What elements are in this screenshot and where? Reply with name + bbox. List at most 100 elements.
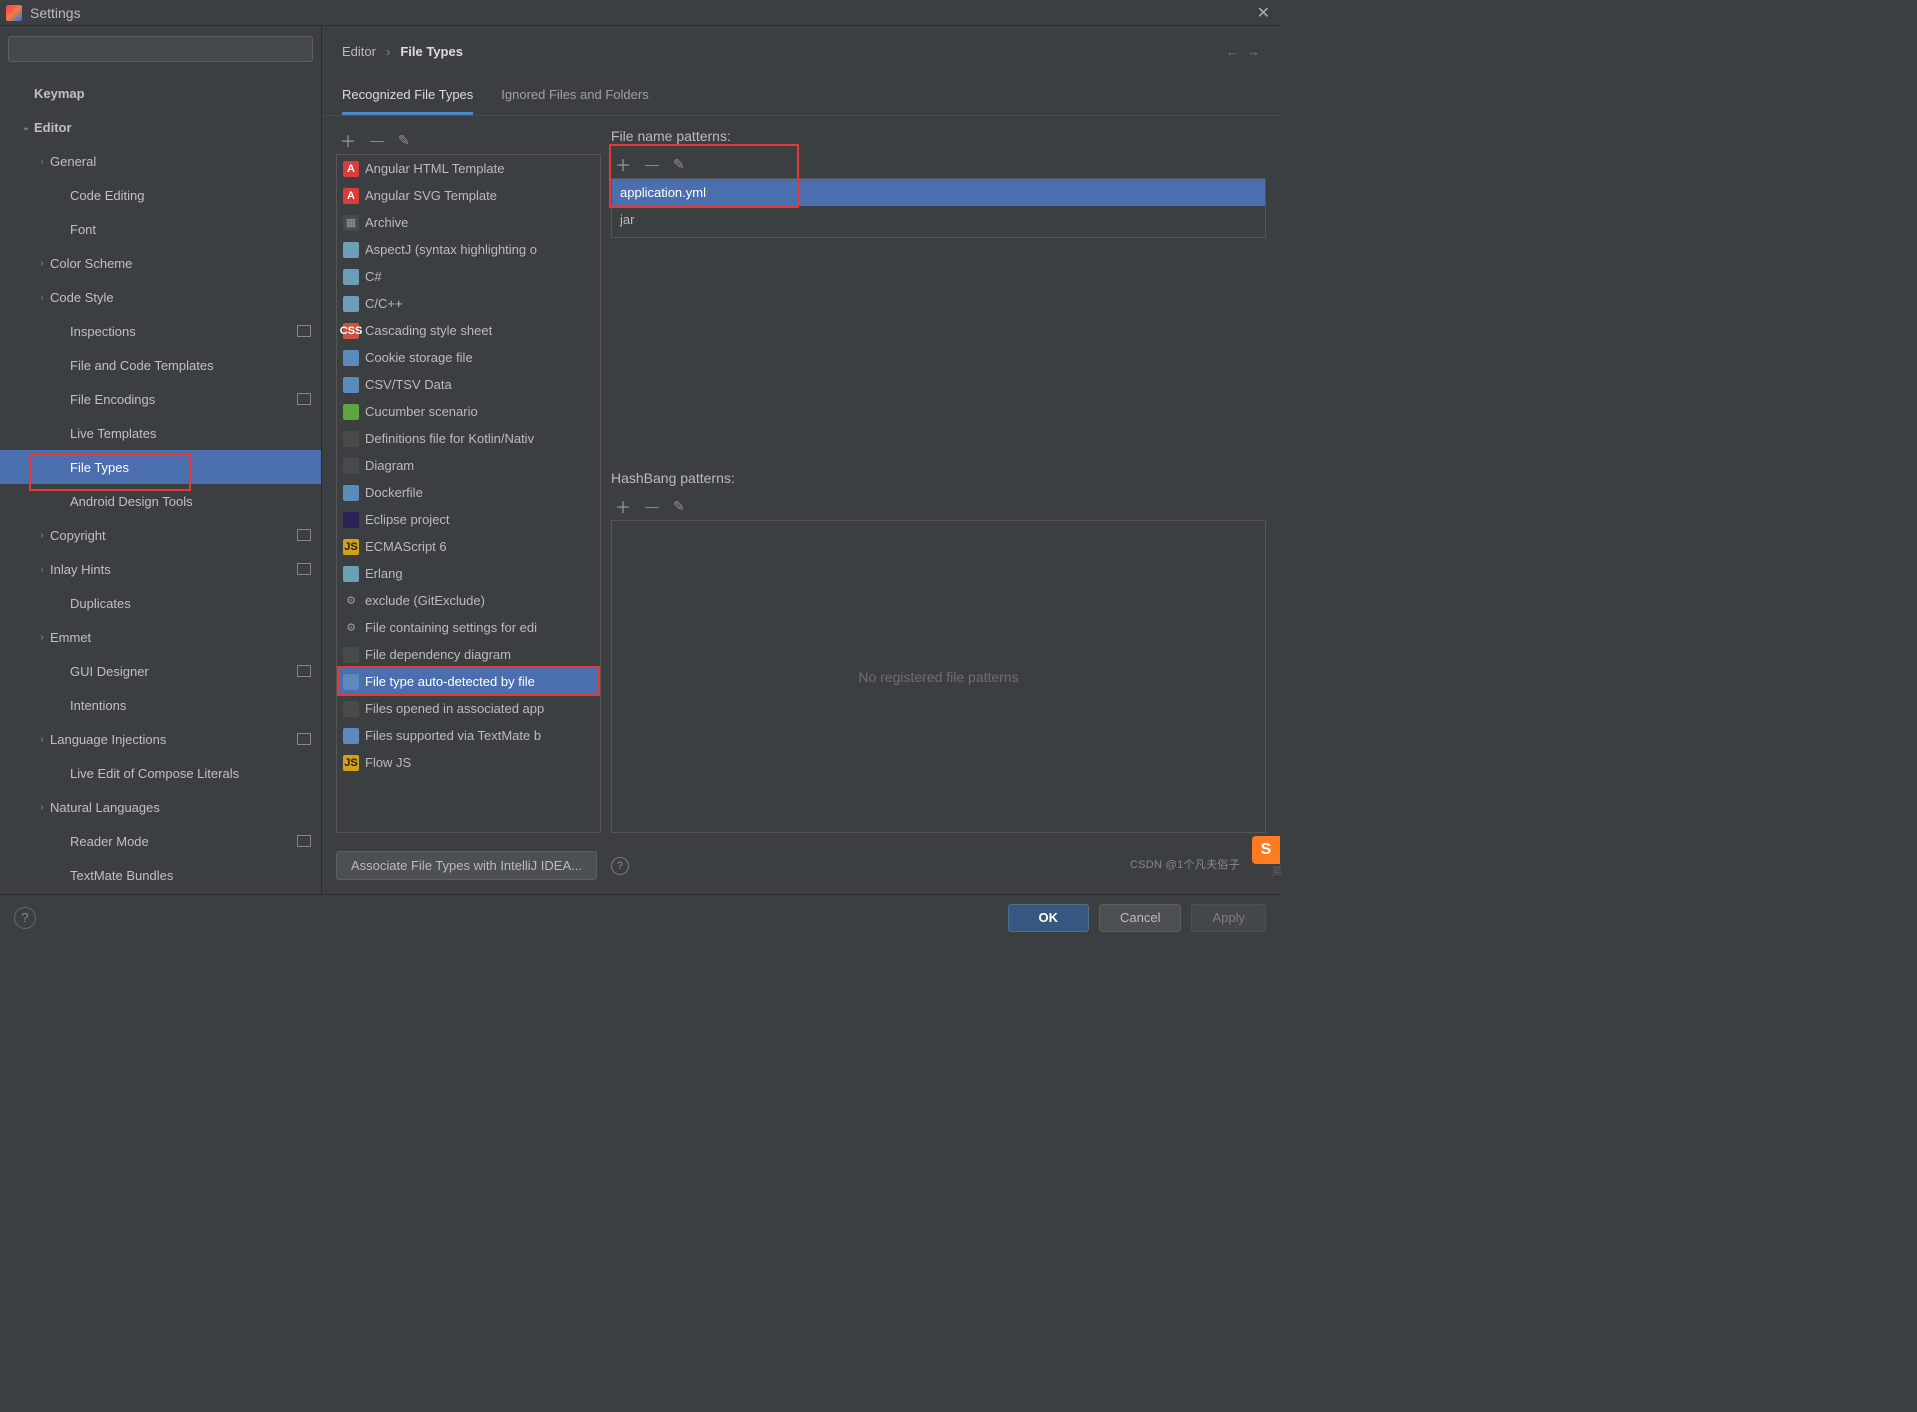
filetype-row[interactable]: Files supported via TextMate b [337,722,600,749]
filetype-row[interactable]: Cucumber scenario [337,398,600,425]
filetype-row[interactable]: Cookie storage file [337,344,600,371]
filetype-row[interactable]: C/C++ [337,290,600,317]
sidebar-item-language-injections[interactable]: ›Language Injections [0,722,321,756]
filetype-row[interactable]: Erlang [337,560,600,587]
remove-icon[interactable]: — [645,156,659,172]
apply-button[interactable]: Apply [1191,904,1266,932]
filetype-row[interactable]: File dependency diagram [337,641,600,668]
sidebar-item-natural-languages[interactable]: ›Natural Languages [0,790,321,824]
sidebar-item-color-scheme[interactable]: ›Color Scheme [0,246,321,280]
filetype-row[interactable]: Files opened in associated app [337,695,600,722]
filetype-label: Diagram [365,458,414,473]
filetype-label: Archive [365,215,408,230]
edit-icon[interactable]: ✎ [673,498,685,515]
sidebar-item-android-design-tools[interactable]: Android Design Tools [0,484,321,518]
remove-icon[interactable]: — [645,498,659,514]
ime-indicator-icon: S [1252,836,1280,864]
filetype-row[interactable]: File type auto-detected by file [337,668,600,695]
sidebar-item-code-style[interactable]: ›Code Style [0,280,321,314]
sidebar-item-inlay-hints[interactable]: ›Inlay Hints [0,552,321,586]
filetype-row[interactable]: ⚙File containing settings for edi [337,614,600,641]
filetype-row[interactable]: CSV/TSV Data [337,371,600,398]
sidebar-item-textmate-bundles[interactable]: TextMate Bundles [0,858,321,892]
filetype-label: Cucumber scenario [365,404,478,419]
nav-back-icon[interactable]: ← [1226,44,1239,59]
sidebar-item-emmet[interactable]: ›Emmet [0,620,321,654]
filetype-row[interactable]: A Angular SVG Template [337,182,600,209]
filetype-row[interactable]: Dockerfile [337,479,600,506]
sidebar-item-keymap[interactable]: Keymap [0,76,321,110]
sidebar-item-live-templates[interactable]: Live Templates [0,416,321,450]
hashbang-heading: HashBang patterns: [611,468,1266,492]
project-badge-icon [297,529,311,541]
sidebar-item-file-types[interactable]: File Types [0,450,321,484]
filetype-icon [343,458,359,474]
settings-sidebar: Keymap⌄Editor›GeneralCode EditingFont›Co… [0,26,322,894]
nav-forward-icon[interactable]: → [1247,44,1260,59]
filetype-row[interactable]: JSFlow JS [337,749,600,776]
sidebar-item-font[interactable]: Font [0,212,321,246]
filetype-row[interactable]: Definitions file for Kotlin/Nativ [337,425,600,452]
sidebar-item-label: Code Editing [70,188,144,203]
patterns-list[interactable]: application.yml jar [611,178,1266,238]
filetype-row[interactable]: Eclipse project [337,506,600,533]
add-icon[interactable]: ＋ [340,128,356,152]
settings-tree[interactable]: Keymap⌄Editor›GeneralCode EditingFont›Co… [0,72,321,894]
filetype-label: Angular SVG Template [365,188,497,203]
close-icon[interactable]: ✕ [1253,3,1274,23]
cancel-button[interactable]: Cancel [1099,904,1181,932]
associate-file-types-button[interactable]: Associate File Types with IntelliJ IDEA.… [336,851,597,880]
window-title: Settings [30,5,81,21]
hashbang-list[interactable]: No registered file patterns [611,520,1266,833]
project-badge-icon [297,835,311,847]
sidebar-item-intentions[interactable]: Intentions [0,688,321,722]
sidebar-item-general[interactable]: ›General [0,144,321,178]
filetype-row[interactable]: ▦ Archive [337,209,600,236]
filetype-icon [343,674,359,690]
search-input[interactable] [8,36,313,62]
filetype-row[interactable]: AspectJ (syntax highlighting o [337,236,600,263]
remove-icon[interactable]: — [370,132,384,148]
pattern-row[interactable]: jar [612,206,1265,233]
filetype-icon: ▦ [343,215,359,231]
add-icon[interactable]: ＋ [615,152,631,176]
pattern-label: jar [620,212,634,227]
sidebar-item-file-and-code-templates[interactable]: File and Code Templates [0,348,321,382]
filetype-row[interactable]: ⚙exclude (GitExclude) [337,587,600,614]
filetype-icon: JS [343,755,359,771]
filetype-row[interactable]: Diagram [337,452,600,479]
filetype-row[interactable]: C# [337,263,600,290]
sidebar-item-reader-mode[interactable]: Reader Mode [0,824,321,858]
sidebar-item-code-editing[interactable]: Code Editing [0,178,321,212]
tab-ignored-files[interactable]: Ignored Files and Folders [501,77,648,115]
filetype-row[interactable]: JSECMAScript 6 [337,533,600,560]
help-icon[interactable]: ? [14,907,36,929]
edit-icon[interactable]: ✎ [673,156,685,173]
settings-content: Editor › File Types ← → Recognized File … [322,26,1280,894]
filetype-icon: A [343,188,359,204]
sidebar-item-copyright[interactable]: ›Copyright [0,518,321,552]
sidebar-item-file-encodings[interactable]: File Encodings [0,382,321,416]
filetypes-list[interactable]: AAngular HTML Template A Angular SVG Templ… [336,154,601,833]
sidebar-item-label: File and Code Templates [70,358,214,373]
filetype-label: Files opened in associated app [365,701,544,716]
titlebar: Settings ✕ [0,0,1280,26]
sidebar-item-inspections[interactable]: Inspections [0,314,321,348]
add-icon[interactable]: ＋ [615,494,631,518]
filetype-label: File type auto-detected by file [365,674,535,689]
dialog-footer: ? OK Cancel Apply [0,894,1280,940]
edit-icon[interactable]: ✎ [398,132,410,149]
filetype-row[interactable]: AAngular HTML Template [337,155,600,182]
sidebar-item-gui-designer[interactable]: GUI Designer [0,654,321,688]
help-icon[interactable]: ? [611,857,629,875]
sidebar-item-live-edit-of-compose-literals[interactable]: Live Edit of Compose Literals [0,756,321,790]
sidebar-item-editor[interactable]: ⌄Editor [0,110,321,144]
tab-recognized-file-types[interactable]: Recognized File Types [342,77,473,115]
breadcrumb: Editor › File Types ← → [322,26,1280,76]
breadcrumb-root[interactable]: Editor [342,44,376,59]
sidebar-item-duplicates[interactable]: Duplicates [0,586,321,620]
filetype-icon [343,566,359,582]
filetype-row[interactable]: CSSCascading style sheet [337,317,600,344]
ok-button[interactable]: OK [1008,904,1090,932]
pattern-row[interactable]: application.yml [612,179,1265,206]
